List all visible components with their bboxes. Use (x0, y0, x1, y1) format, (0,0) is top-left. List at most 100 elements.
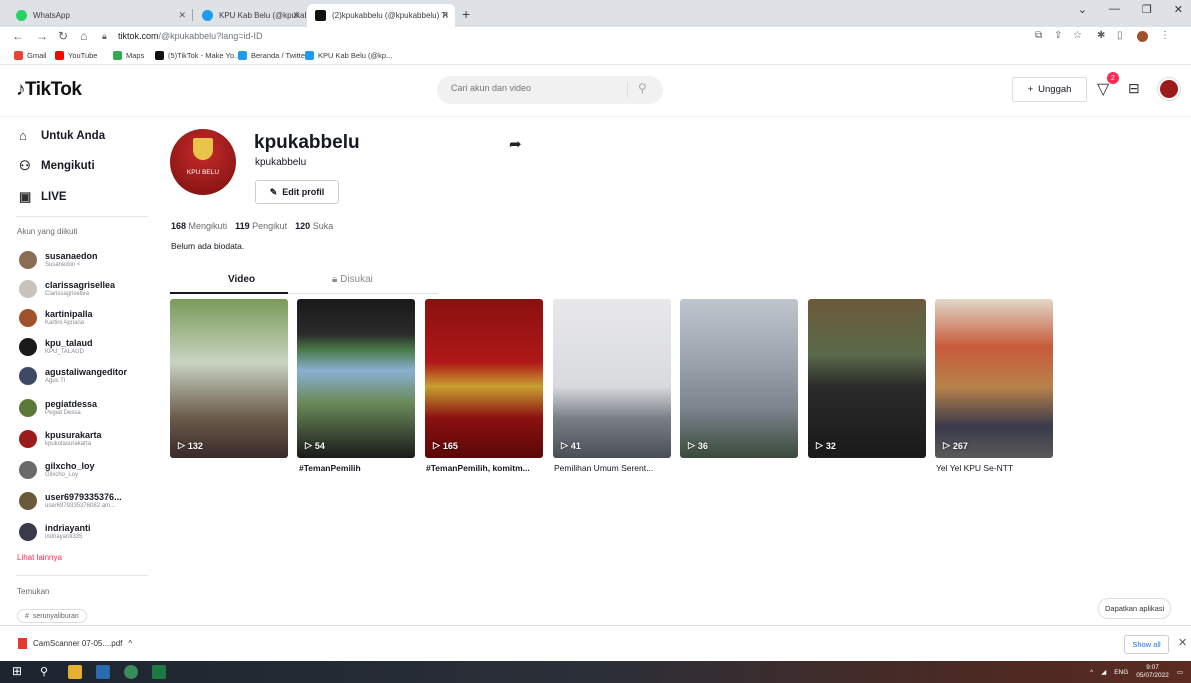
followed-account[interactable]: kpu_talaud KPU_TALAUD (19, 338, 149, 356)
excel-icon[interactable] (152, 665, 166, 679)
see-more-link[interactable]: Lihat lainnya (17, 553, 62, 562)
whatsapp-icon (16, 10, 27, 21)
tab-video[interactable]: Video (228, 274, 255, 285)
browser-tab-whatsapp[interactable]: WhatsApp ✕ (8, 4, 192, 27)
tab-search-icon[interactable]: ⌄ (1078, 3, 1087, 16)
edit-profile-button[interactable]: ✎ Edit profil (255, 180, 339, 204)
tab-liked-label: Disukai (340, 274, 373, 285)
twitter-icon (305, 51, 314, 60)
share-page-icon[interactable]: ⇪ (1054, 30, 1062, 41)
nav-for-you[interactable]: ⌂ Untuk Anda (19, 128, 105, 143)
video-card[interactable]: ▷ 32 (808, 299, 926, 458)
install-icon[interactable]: ⧉ (1035, 30, 1042, 41)
inbox-filter-icon[interactable]: ▽ (1097, 79, 1109, 99)
following-stat[interactable]: 168 Mengikuti (171, 221, 227, 231)
chrome-icon[interactable] (124, 665, 138, 679)
followed-account[interactable]: gilxcho_loy Gilxcho_Loy (19, 461, 149, 479)
bookmark-tiktok[interactable]: (5)TikTok - Make Yo... (155, 51, 240, 60)
profile-avatar[interactable]: KPU BELU (170, 129, 236, 195)
bookmark-label: Gmail (27, 51, 47, 60)
close-icon[interactable]: ✕ (178, 10, 186, 21)
messages-icon[interactable]: ⊟ (1128, 80, 1140, 97)
show-all-button[interactable]: Show all (1124, 635, 1169, 654)
search-icon[interactable]: ⚲ (638, 81, 647, 95)
followed-account[interactable]: agustaliwangeditor Agus TI (19, 367, 149, 385)
followed-account[interactable]: user6979335376... user6979335376082 am... (19, 492, 149, 510)
search-icon[interactable]: ⚲ (40, 665, 54, 679)
video-card[interactable]: ▷ 132 (170, 299, 288, 458)
nav-live[interactable]: ▣ LIVE (19, 189, 67, 205)
forward-button[interactable]: → (36, 29, 48, 43)
lock-icon[interactable]: 🔒︎ (102, 31, 107, 42)
video-card[interactable]: ▷ 267 (935, 299, 1053, 458)
video-title[interactable]: #TemanPemilih (299, 463, 417, 473)
notification-center-icon[interactable]: ▭ (1177, 668, 1183, 676)
hashtag-pill[interactable]: # serunyaliburan (17, 609, 87, 623)
followed-account[interactable]: indriayanti indriayanti335 (19, 523, 149, 541)
chevron-up-icon[interactable]: ^ (128, 639, 132, 648)
sidebar-divider (16, 216, 148, 217)
discover-title: Temukan (17, 587, 50, 596)
windows-start-icon[interactable]: ⊞ (12, 664, 26, 678)
nav-following[interactable]: ⚇ Mengikuti (19, 158, 95, 174)
menu-icon[interactable]: ⋮ (1160, 30, 1170, 41)
restore-button[interactable]: ❐ (1142, 3, 1152, 16)
bookmark-gmail[interactable]: Gmail (14, 51, 47, 60)
avatar (19, 399, 37, 417)
bookmark-star-icon[interactable]: ☆ (1073, 30, 1082, 41)
browser-tab-twitter[interactable]: KPU Kab Belu (@kpukabbelu) / T ✕ (194, 4, 306, 27)
sidepanel-icon[interactable]: ▯ (1117, 30, 1123, 41)
close-icon[interactable]: ✕ (441, 10, 449, 21)
browser-tab-tiktok[interactable]: (2)kpukabbelu (@kpukabbelu) Ti ✕ (307, 4, 455, 27)
url-field[interactable]: tiktok.com/@kpukabbelu?lang=id-ID (118, 31, 262, 41)
clock[interactable]: 9:07 05/07/2022 (1136, 664, 1169, 680)
video-title[interactable]: Pemilihan Umum Serent... (554, 463, 672, 473)
get-app-button[interactable]: Dapatkan aplikasi (1098, 598, 1172, 619)
bookmark-maps[interactable]: Maps (113, 51, 144, 60)
close-icon[interactable]: ✕ (1178, 636, 1187, 649)
address-bar: ← → ↻ ⌂ 🔒︎ tiktok.com/@kpukabbelu?lang=i… (0, 27, 1191, 47)
view-count: 41 (570, 440, 581, 451)
likes-stat: 120 Suka (295, 221, 333, 231)
reload-button[interactable]: ↻ (58, 29, 68, 43)
new-tab-button[interactable]: + (462, 6, 470, 22)
profile-avatar-icon[interactable] (1137, 31, 1148, 42)
upload-button[interactable]: + Unggah (1012, 77, 1087, 102)
account-subtitle: kpukotasurakarta (45, 441, 92, 447)
download-item[interactable]: CamScanner 07-05....pdf ^ (18, 638, 132, 649)
extensions-icon[interactable]: ✱ (1097, 30, 1105, 41)
followed-account[interactable]: susanaedon Susanedon < (19, 251, 149, 269)
bookmark-kpu-twitter[interactable]: KPU Kab Belu (@kp... (305, 51, 392, 60)
minimize-button[interactable]: — (1109, 3, 1120, 16)
close-icon[interactable]: ✕ (292, 10, 300, 21)
home-button[interactable]: ⌂ (80, 29, 87, 43)
close-window-button[interactable]: ✕ (1174, 3, 1183, 16)
share-icon[interactable]: ➦ (509, 135, 522, 153)
followed-account[interactable]: kartinipalla Kartini Apriana (19, 309, 149, 327)
followers-stat[interactable]: 119 Pengikut (235, 221, 287, 231)
header-avatar[interactable] (1158, 78, 1180, 100)
tiktok-logo[interactable]: ♪TikTok (16, 79, 82, 101)
followed-account[interactable]: clarissagrisellea Clarissagrisellea (19, 280, 149, 298)
bookmark-youtube[interactable]: YouTube (55, 51, 97, 60)
video-card[interactable]: ▷ 36 (680, 299, 798, 458)
app-icon[interactable] (96, 665, 110, 679)
chevron-up-icon[interactable]: ^ (1090, 669, 1093, 676)
followed-account[interactable]: kpusurakarta kpukotasurakarta (19, 430, 149, 448)
video-card[interactable]: ▷ 54 (297, 299, 415, 458)
file-explorer-icon[interactable] (68, 665, 82, 679)
video-title[interactable]: #TemanPemilih, komitm... (426, 463, 544, 473)
video-title[interactable]: Yel Yel KPU Se-NTT (936, 463, 1054, 473)
bookmark-twitter-home[interactable]: Beranda / Twitter (238, 51, 308, 60)
network-icon[interactable]: ◢ (1101, 668, 1106, 676)
video-card[interactable]: ▷ 165 (425, 299, 543, 458)
window-controls: ⌄ — ❐ ✕ (1078, 3, 1191, 16)
language-indicator[interactable]: ENG (1114, 669, 1128, 676)
video-card[interactable]: ▷ 41 (553, 299, 671, 458)
tab-liked[interactable]: 🔒︎ Disukai (332, 274, 373, 285)
back-button[interactable]: ← (12, 29, 24, 43)
followed-account[interactable]: pegiatdessa Pegiat Dessa (19, 399, 149, 417)
avatar (19, 430, 37, 448)
search-input[interactable] (451, 83, 621, 93)
bookmark-label: YouTube (68, 51, 98, 60)
